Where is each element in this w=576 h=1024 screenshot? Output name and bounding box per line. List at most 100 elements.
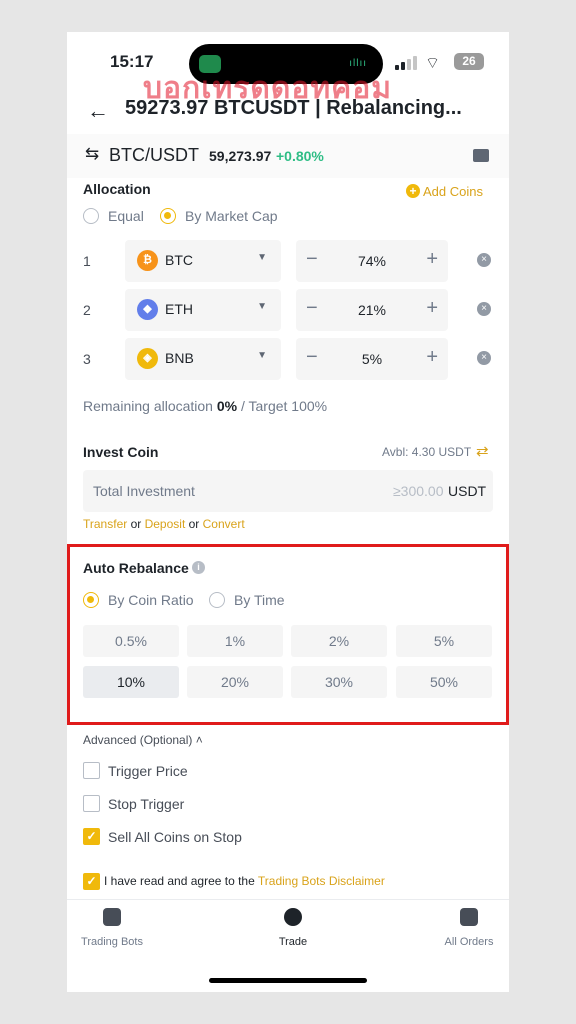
- pct-stepper-eth: − 21% +: [296, 289, 448, 331]
- tab-all-orders[interactable]: All Orders: [419, 900, 509, 948]
- remove-coin-icon[interactable]: ×: [477, 253, 491, 267]
- swap-icon[interactable]: ⇄: [476, 442, 489, 460]
- deposit-link[interactable]: Deposit: [145, 517, 186, 531]
- mode-market-cap-radio[interactable]: [160, 208, 176, 224]
- add-coins-icon[interactable]: +: [406, 184, 420, 198]
- stop-trigger-checkbox[interactable]: [83, 795, 100, 812]
- coin-select-bnb[interactable]: ◈ BNB ▼: [125, 338, 281, 380]
- trigger-price-label[interactable]: Trigger Price: [108, 763, 188, 779]
- remaining-value: 0%: [216, 398, 238, 414]
- available-balance: Avbl: 4.30 USDT: [382, 445, 472, 459]
- row-number: 3: [83, 351, 91, 367]
- disclaimer-checkbox[interactable]: ✓: [83, 873, 100, 890]
- sell-all-label[interactable]: Sell All Coins on Stop: [108, 829, 242, 845]
- ratio-option[interactable]: 1%: [187, 625, 283, 657]
- back-arrow-icon[interactable]: ←: [87, 98, 109, 124]
- transfer-link[interactable]: Transfer: [83, 517, 127, 531]
- tab-label: Trading Bots: [81, 936, 143, 948]
- row-number: 1: [83, 253, 91, 269]
- pair-change: +0.80%: [276, 148, 324, 164]
- signal-icon: [395, 56, 417, 70]
- remove-coin-icon[interactable]: ×: [477, 351, 491, 365]
- remaining-allocation: Remaining allocation 0% / Target 100%: [83, 398, 327, 414]
- coin-select-eth[interactable]: ◆ ETH ▼: [125, 289, 281, 331]
- phone-screen: 15:17 ıllıı บอกเทรดดอทคอม ⌔ 26 ← 59273.9…: [67, 32, 509, 992]
- pct-stepper-bnb: − 5% +: [296, 338, 448, 380]
- by-coin-ratio-label[interactable]: By Coin Ratio: [108, 592, 194, 608]
- ratio-option-selected[interactable]: 10%: [83, 666, 179, 698]
- plus-icon[interactable]: +: [426, 346, 438, 369]
- info-icon[interactable]: i: [192, 561, 205, 574]
- row-number: 2: [83, 302, 91, 318]
- advanced-toggle[interactable]: Advanced (Optional) ˄: [83, 733, 203, 747]
- ratio-option[interactable]: 5%: [396, 625, 492, 657]
- min-amount: ≥300.00: [393, 483, 444, 499]
- robot-icon: [103, 908, 121, 926]
- coin-select-btc[interactable]: ₿ BTC ▼: [125, 240, 281, 282]
- remaining-label: Remaining allocation: [83, 398, 213, 414]
- pair-price: 59,273.97: [209, 148, 272, 164]
- or-text: or: [188, 517, 200, 531]
- tab-label: Trade: [278, 936, 308, 948]
- input-placeholder: Total Investment: [93, 483, 195, 499]
- by-time-radio[interactable]: [209, 592, 225, 608]
- bnb-icon: ◈: [137, 348, 158, 369]
- tab-trading-bots[interactable]: Trading Bots: [67, 900, 162, 948]
- invest-coin-label: Invest Coin: [83, 444, 159, 460]
- battery-icon: 26: [454, 53, 484, 70]
- coin-label: BTC: [165, 252, 193, 268]
- disclaimer-link[interactable]: Trading Bots Disclaimer: [258, 874, 385, 888]
- pair-name[interactable]: BTC/USDT: [109, 145, 199, 166]
- page-title: 59273.97 BTCUSDT | Rebalancing...: [125, 97, 462, 119]
- swap-pair-icon[interactable]: ⇆: [85, 144, 99, 164]
- mode-equal-label[interactable]: Equal: [108, 208, 144, 224]
- chart-icon[interactable]: [473, 149, 489, 162]
- pct-value[interactable]: 74%: [296, 253, 448, 269]
- mode-equal-radio[interactable]: [83, 208, 99, 224]
- chevron-down-icon: ▼: [257, 350, 267, 361]
- eth-icon: ◆: [137, 299, 158, 320]
- ratio-option[interactable]: 50%: [396, 666, 492, 698]
- plus-icon[interactable]: +: [426, 248, 438, 271]
- ratio-option[interactable]: 2%: [291, 625, 387, 657]
- target-label: / Target 100%: [240, 398, 328, 414]
- pct-value[interactable]: 21%: [296, 302, 448, 318]
- by-time-label[interactable]: By Time: [234, 592, 285, 608]
- mode-market-cap-label[interactable]: By Market Cap: [185, 208, 278, 224]
- by-coin-ratio-radio[interactable]: [83, 592, 99, 608]
- trigger-price-checkbox[interactable]: [83, 762, 100, 779]
- chevron-down-icon: ▼: [257, 301, 267, 312]
- pct-stepper-btc: − 74% +: [296, 240, 448, 282]
- disclaimer-label: I have read and agree to the: [104, 874, 255, 888]
- trade-icon: [284, 908, 302, 926]
- disclaimer-text: I have read and agree to the Trading Bot…: [104, 874, 385, 888]
- ratio-option[interactable]: 30%: [291, 666, 387, 698]
- fund-links: Transfer or Deposit or Convert: [83, 517, 245, 531]
- allocation-label: Allocation: [83, 181, 151, 197]
- wifi-icon: ⌔: [425, 55, 441, 72]
- bottom-tab-bar: Trading Bots Trade All Orders: [67, 899, 509, 957]
- or-text: or: [130, 517, 142, 531]
- currency-label: USDT: [448, 483, 487, 499]
- plus-icon[interactable]: +: [426, 297, 438, 320]
- tab-label: All Orders: [444, 936, 494, 948]
- chevron-up-icon: ˄: [195, 733, 203, 747]
- pct-value[interactable]: 5%: [296, 351, 448, 367]
- add-coins-link[interactable]: Add Coins: [423, 184, 483, 199]
- tab-trade[interactable]: Trade: [243, 900, 343, 948]
- ratio-option[interactable]: 0.5%: [83, 625, 179, 657]
- remove-coin-icon[interactable]: ×: [477, 302, 491, 316]
- coin-label: ETH: [165, 301, 193, 317]
- coin-label: BNB: [165, 350, 194, 366]
- total-investment-input[interactable]: Total Investment ≥300.00 USDT: [83, 470, 493, 512]
- auto-rebalance-label: Auto Rebalance: [83, 560, 189, 576]
- convert-link[interactable]: Convert: [203, 517, 245, 531]
- chevron-down-icon: ▼: [257, 252, 267, 263]
- advanced-label: Advanced (Optional): [83, 733, 193, 747]
- ratio-option[interactable]: 20%: [187, 666, 283, 698]
- stop-trigger-label[interactable]: Stop Trigger: [108, 796, 184, 812]
- orders-icon: [460, 908, 478, 926]
- btc-icon: ₿: [137, 250, 158, 271]
- sell-all-checkbox[interactable]: ✓: [83, 828, 100, 845]
- home-indicator[interactable]: [209, 978, 367, 983]
